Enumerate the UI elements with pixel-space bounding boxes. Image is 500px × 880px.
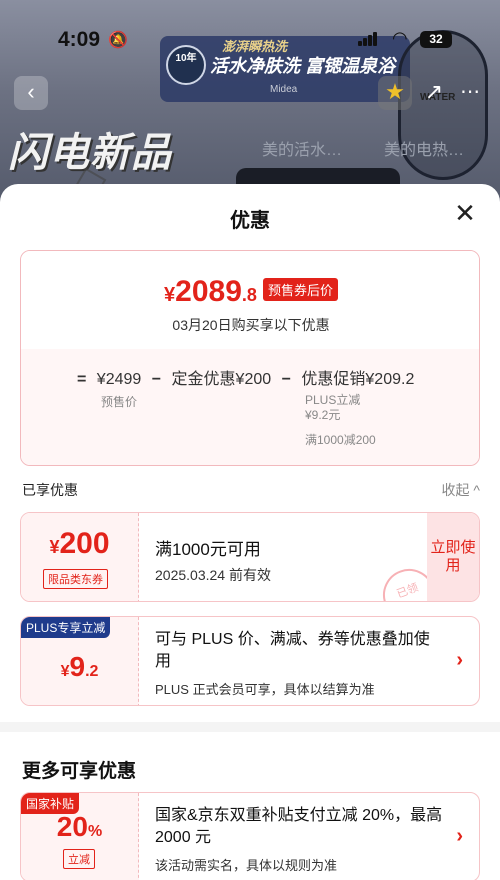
coupon-expiry: 2025.03.24 前有效 <box>155 567 271 583</box>
subsidy-value: 20 <box>56 811 88 842</box>
base-price-label: 预售价 <box>101 395 138 409</box>
subsidy-tag: 立减 <box>63 849 95 869</box>
promo-detail: PLUS立减 ¥9.2元 <box>305 393 360 423</box>
price-breakdown: = ¥2499 − 定金优惠¥200 − 优惠促销¥209.2 预售价 PLUS… <box>21 349 479 465</box>
subsidy-description: 该活动需实名，具体以规则为准 <box>155 858 338 873</box>
chevron-right-icon[interactable]: › <box>456 825 463 848</box>
more-icon[interactable]: ⋯ <box>452 76 488 110</box>
minus-sign: − <box>281 371 291 388</box>
coupon-value: 200 <box>59 527 110 560</box>
currency-symbol: ¥ <box>164 284 176 306</box>
price-card: ¥2089.8 预售券后价 03月20日购买享以下优惠 = ¥2499 − 定金优… <box>20 250 480 466</box>
deposit-discount: 定金优惠¥200 <box>171 371 272 388</box>
plus-badge: PLUS专享立减 <box>21 617 111 638</box>
status-time: 4:09 <box>58 28 101 51</box>
coupon-amount-area: ¥200 限品类东券 <box>21 513 139 601</box>
close-icon[interactable]: ✕ <box>452 200 478 226</box>
cellular-signal-icon <box>358 32 378 46</box>
minus-sign: − <box>151 371 162 388</box>
subsidy-card[interactable]: 国家补贴 20% 立减 国家&京东双重补贴支付立减 20%，最高 2000 元 … <box>20 792 480 880</box>
subsidy-amount: 20% <box>21 811 138 843</box>
subsidy-title: 国家&京东双重补贴支付立减 20%，最高 2000 元 <box>155 807 443 846</box>
coupon-card[interactable]: ¥200 限品类东券 满1000元可用 2025.03.24 前有效 已领 立即… <box>20 512 480 602</box>
base-price: ¥2499 <box>96 371 142 388</box>
price-formula: = ¥2499 − 定金优惠¥200 − 优惠促销¥209.2 <box>77 365 420 389</box>
chevron-right-icon[interactable]: › <box>456 649 463 672</box>
promo-detail-line: ¥9.2元 <box>305 408 341 422</box>
wifi-icon: ◠ <box>392 28 408 48</box>
brand-text: Midea <box>270 84 298 95</box>
discount-description: PLUS 正式会员可享，具体以结算为准 <box>155 682 375 697</box>
use-now-button[interactable]: 立即使用 <box>427 513 479 601</box>
status-bar: 4:09 🔕 ◠ 32 <box>0 0 500 60</box>
bg-tab-2[interactable]: 美的电热… <box>384 136 464 160</box>
share-icon[interactable]: ↗ <box>416 76 452 110</box>
coupon-type-tag: 限品类东券 <box>43 569 108 589</box>
section-divider <box>0 722 500 732</box>
discount-amount-area: PLUS专享立减 ¥9.2 <box>21 617 139 705</box>
plus-discount-card[interactable]: PLUS专享立减 ¥9.2 可与 PLUS 价、满减、券等优惠叠加使用 PLUS… <box>20 616 480 706</box>
price-subtitle: 03月20日购买享以下优惠 <box>172 317 330 333</box>
price-tag: 预售券后价 <box>262 278 338 301</box>
battery-icon: 32 <box>420 31 452 48</box>
collapse-button[interactable]: 收起 ^ <box>442 480 480 500</box>
final-price: ¥2089.8 预售券后价 <box>21 275 479 309</box>
discount-title: 可与 PLUS 价、满减、券等优惠叠加使用 <box>155 631 430 670</box>
bg-tab-1[interactable]: 美的活水… <box>262 136 342 160</box>
percent-sign: % <box>87 823 103 840</box>
more-offers-title: 更多可享优惠 <box>22 761 137 782</box>
discount-decimal: .2 <box>85 663 99 680</box>
discount-amount: ¥9.2 <box>21 651 138 683</box>
bell-muted-icon: 🔕 <box>108 32 128 49</box>
price-decimal: .8 <box>241 285 257 305</box>
subsidy-amount-area: 国家补贴 20% 立减 <box>21 793 139 880</box>
equals-sign: = <box>77 371 87 388</box>
discount-value: 9 <box>69 651 86 682</box>
enjoyed-section-title: 已享优惠 <box>22 482 78 498</box>
sheet-title: 优惠 <box>230 210 270 232</box>
favorite-icon[interactable]: ★ <box>378 76 412 110</box>
coupon-condition: 满1000元可用 <box>155 540 261 559</box>
back-button[interactable]: ‹ <box>14 76 48 110</box>
promo-detail-line: PLUS立减 <box>305 393 361 407</box>
discount-sheet: 优惠 ✕ ¥2089.8 预售券后价 03月20日购买享以下优惠 = ¥2499 … <box>0 184 500 880</box>
promo-discount: 优惠促销¥209.2 <box>301 371 415 388</box>
currency-symbol: ¥ <box>49 537 60 557</box>
price-integer: 2089 <box>175 275 242 308</box>
price-summary: ¥2089.8 预售券后价 03月20日购买享以下优惠 <box>21 251 479 349</box>
coupon-amount: ¥200 <box>21 527 138 561</box>
promo-detail-line: 满1000减200 <box>305 433 376 447</box>
